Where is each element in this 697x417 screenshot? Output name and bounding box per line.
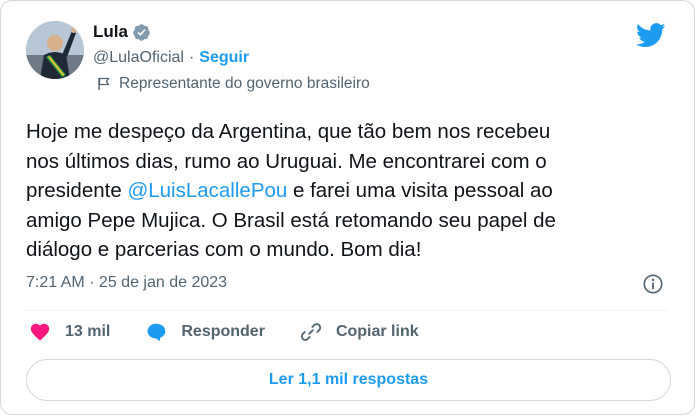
flag-icon xyxy=(98,77,110,90)
like-count: 13 mil xyxy=(65,323,111,340)
verified-badge-icon xyxy=(133,23,150,41)
twitter-bird-icon[interactable] xyxy=(636,23,666,48)
info-icon[interactable] xyxy=(642,273,664,295)
copy-link-label: Copiar link xyxy=(335,323,419,340)
tweet-timestamp-row: 7:21 AM · 25 de jan de 2023 xyxy=(26,274,227,292)
tweet-text: Hoje me despeço da Argentina, que tão be… xyxy=(26,117,681,265)
government-label-text: Representante do governo brasileiro xyxy=(119,75,370,92)
author-name-row: Lula xyxy=(93,22,151,42)
reply-label: Responder xyxy=(181,323,265,340)
read-replies-label: Ler 1,1 mil respostas xyxy=(268,371,429,388)
avatar[interactable] xyxy=(26,21,84,79)
mention-link[interactable]: @LuisLacallePou xyxy=(127,179,287,202)
author-handle-row: @LulaOficial · Seguir xyxy=(93,49,249,67)
government-label: Representante do governo brasileiro xyxy=(97,75,370,93)
author-name[interactable]: Lula xyxy=(93,22,128,42)
link-icon xyxy=(300,323,322,341)
read-replies-button[interactable]: Ler 1,1 mil respostas xyxy=(26,359,671,401)
copy-link-button[interactable]: Copiar link xyxy=(300,321,419,343)
tweet-timestamp[interactable]: 7:21 AM · 25 de jan de 2023 xyxy=(26,274,227,292)
follow-button[interactable]: Seguir xyxy=(199,49,249,67)
separator-dot: · xyxy=(188,49,195,66)
reply-bubble-icon xyxy=(147,323,166,342)
heart-icon xyxy=(30,323,50,341)
divider xyxy=(26,310,669,311)
action-bar: 13 mil Responder Copiar link xyxy=(29,321,454,343)
author-handle[interactable]: @LulaOficial xyxy=(93,49,184,67)
reply-button[interactable]: Responder xyxy=(145,321,265,343)
like-button[interactable]: 13 mil xyxy=(29,321,110,343)
tweet-embed-card: Lula @LulaOficial · Seguir Representante… xyxy=(0,0,695,415)
